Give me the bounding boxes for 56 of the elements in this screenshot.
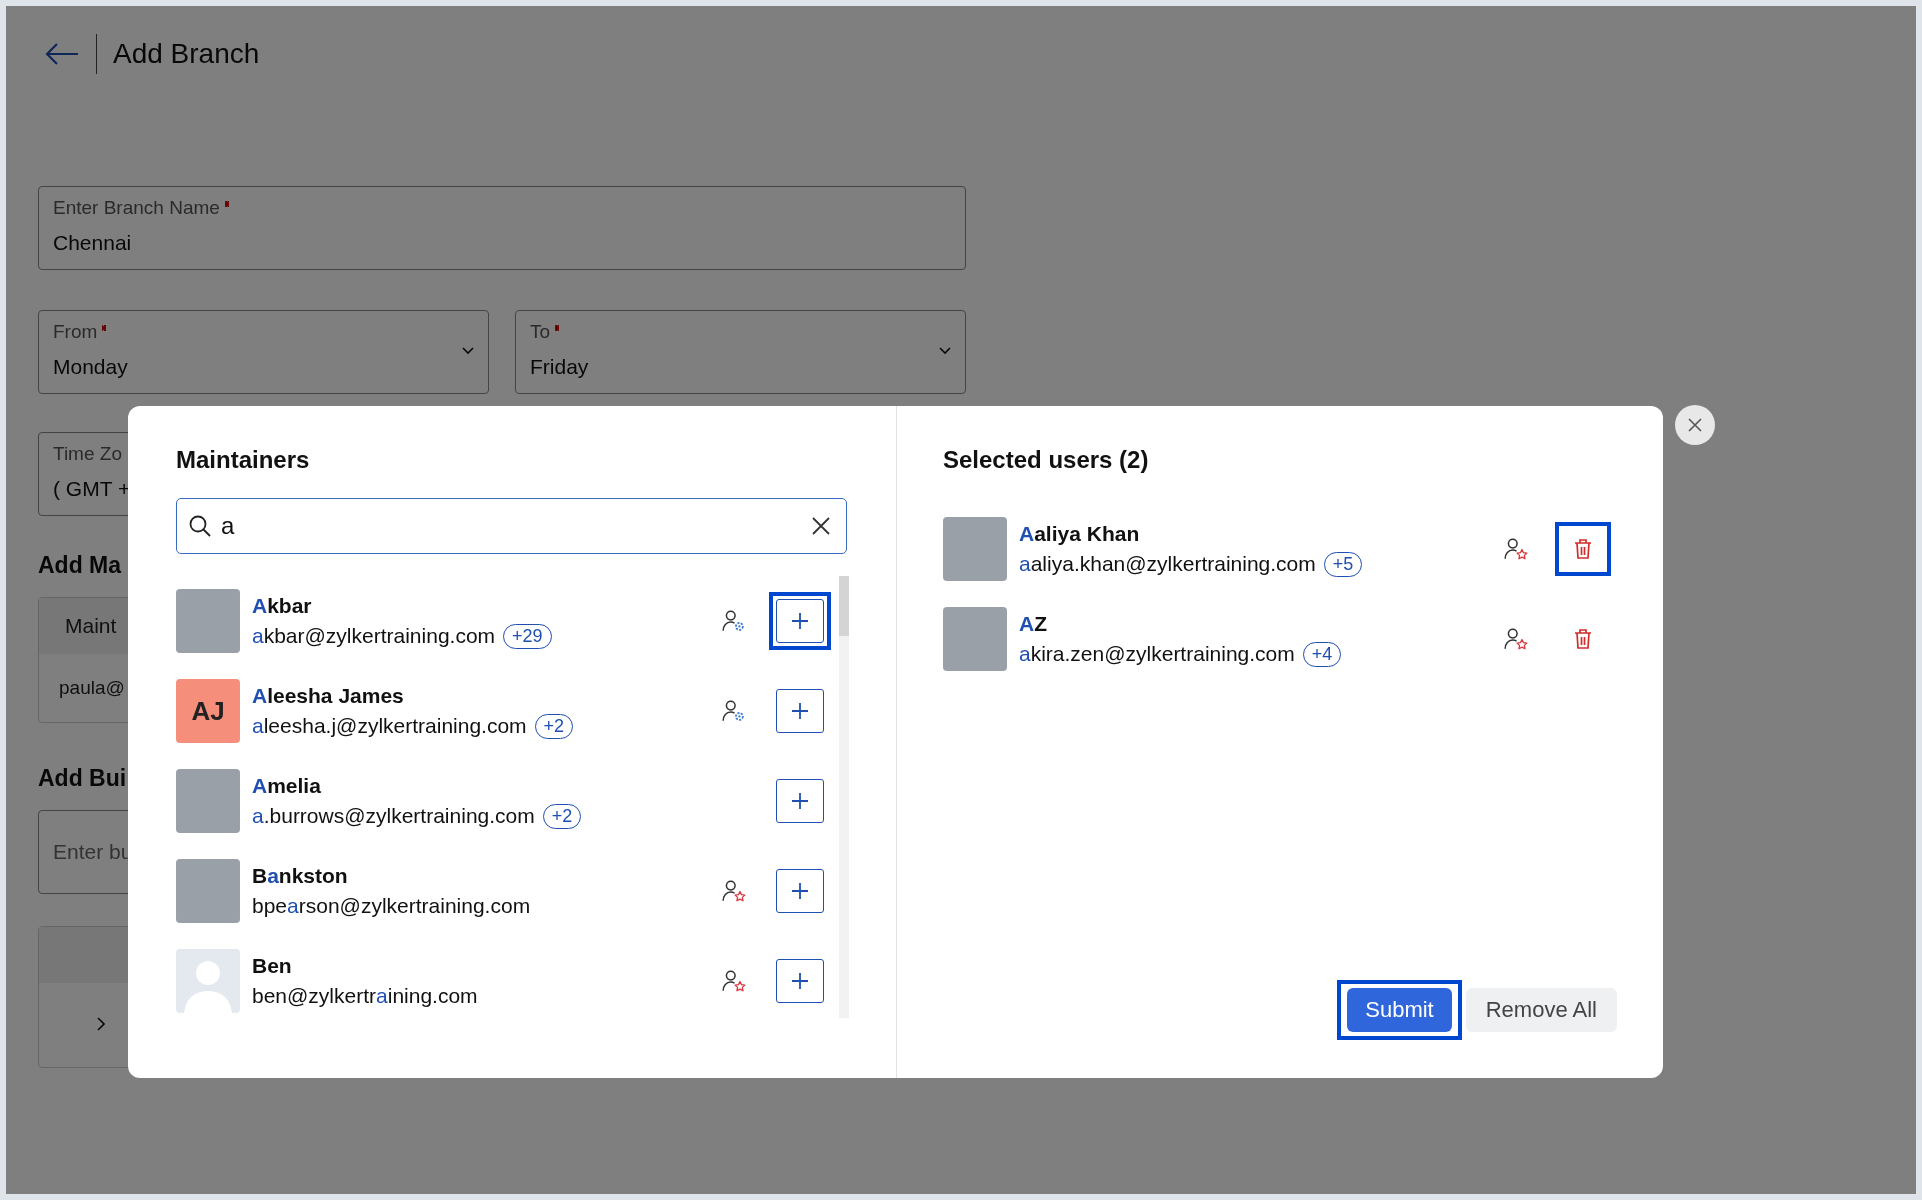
photo-placeholder — [176, 769, 240, 833]
plus-icon — [790, 701, 810, 721]
branch-name-field[interactable]: Enter Branch Name Chennai — [38, 186, 966, 270]
default-avatar-icon — [176, 949, 240, 1013]
user-email: a.burrows@zylkertraining.com — [252, 804, 535, 828]
photo-placeholder — [176, 589, 240, 653]
add-button[interactable] — [776, 779, 824, 823]
table-cell: paula@ — [59, 677, 125, 699]
dialog-title: Selected users (2) — [943, 446, 1150, 475]
section-heading: Add Bui — [38, 765, 127, 792]
photo-placeholder — [176, 859, 240, 923]
user-gear-icon — [721, 608, 747, 634]
user-star-icon — [1503, 536, 1529, 562]
user-name: Bankston — [252, 864, 349, 888]
user-name: Aleesha James — [252, 683, 405, 708]
user-name: AZ — [1019, 611, 1048, 636]
user-email: bpearson@zylkertraining.com — [252, 894, 531, 918]
plus-icon — [790, 611, 810, 631]
user-star-icon — [721, 968, 747, 994]
chevron-down-icon[interactable] — [462, 347, 474, 355]
add-button[interactable] — [776, 959, 824, 1003]
user-email: akbar@zylkertraining.com — [252, 624, 496, 648]
search-icon — [188, 514, 212, 538]
photo-placeholder — [943, 607, 1007, 671]
user-email: aaliya.khan@zylkertraining.com — [1019, 552, 1316, 576]
remove-all-button[interactable]: Remove All — [1465, 988, 1617, 1032]
user-email: ben@zylkertraining.com — [252, 984, 478, 1008]
chevron-down-icon[interactable] — [939, 347, 951, 355]
clear-icon[interactable] — [811, 516, 831, 536]
avatar-initials: AJ — [176, 679, 240, 743]
user-star-icon — [721, 878, 747, 904]
plus-icon — [790, 881, 810, 901]
user-email: akira.zen@zylkertraining.com — [1019, 642, 1295, 666]
section-heading: Add Ma — [38, 552, 122, 579]
submit-button[interactable]: Submit — [1347, 988, 1452, 1032]
user-name: Ben — [252, 954, 293, 978]
plus-icon — [790, 971, 810, 991]
add-button[interactable] — [776, 869, 824, 913]
plus-icon — [790, 791, 810, 811]
page-title: Add Branch — [113, 38, 260, 70]
user-gear-icon — [721, 698, 747, 724]
back-arrow-icon[interactable] — [44, 42, 80, 66]
user-name: Amelia — [252, 773, 322, 798]
scrollbar[interactable] — [839, 576, 849, 1018]
add-button[interactable] — [776, 599, 824, 643]
user-email: aleesha.j@zylkertraining.com — [252, 714, 527, 738]
add-button[interactable] — [776, 689, 824, 733]
search-field[interactable]: a — [176, 498, 847, 554]
day-dropdown[interactable]: To Friday — [515, 310, 966, 394]
user-name: Aaliya Khan — [1019, 521, 1141, 546]
close-icon — [1687, 417, 1703, 433]
chevron-right-icon[interactable] — [97, 1017, 105, 1031]
day-dropdown[interactable]: From Monday — [38, 310, 489, 394]
user-star-icon — [1503, 626, 1529, 652]
photo-placeholder — [943, 517, 1007, 581]
dialog-title: Maintainers — [176, 446, 311, 475]
